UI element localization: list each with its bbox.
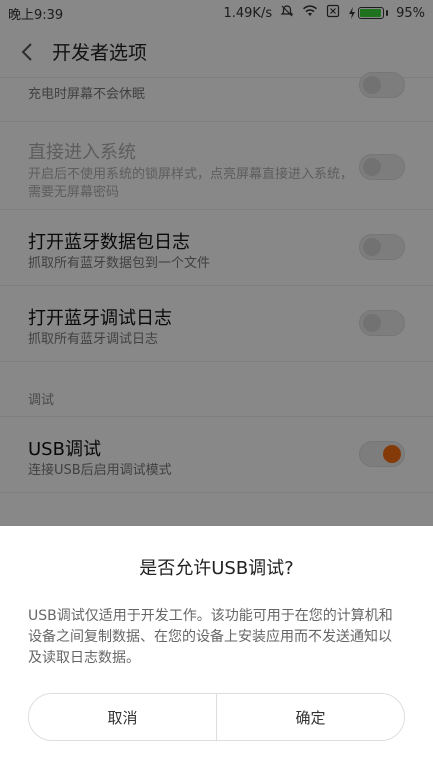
dialog-title: 是否允许USB调试?: [139, 558, 294, 579]
cancel-button[interactable]: 取消: [29, 694, 216, 740]
confirm-button[interactable]: 确定: [216, 694, 404, 740]
dialog-message: USB调试仅适用于开发工作。该功能可用于在您的计算机和设备之间复制数据、在您的设…: [28, 608, 393, 666]
usb-debug-dialog: 是否允许USB调试? USB调试仅适用于开发工作。该功能可用于在您的计算机和设备…: [0, 526, 433, 770]
dialog-buttons: 取消 确定: [28, 693, 405, 741]
